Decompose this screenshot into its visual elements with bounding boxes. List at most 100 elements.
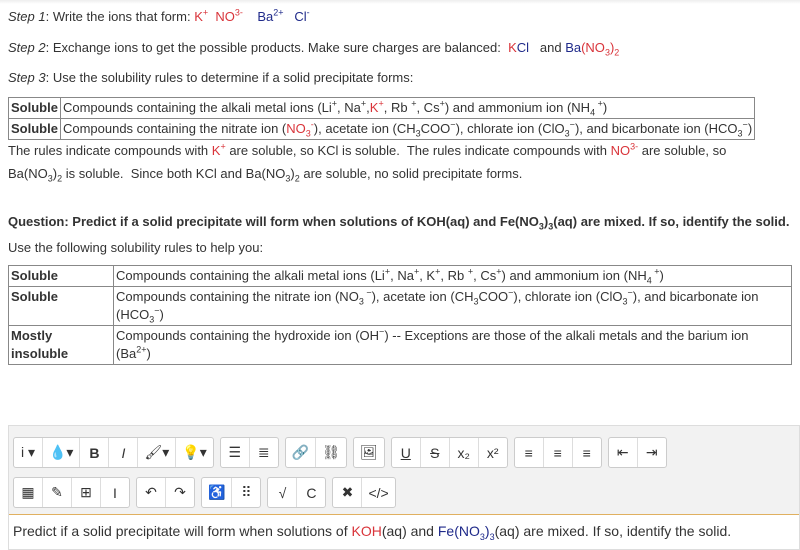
rule-category: Soluble bbox=[8, 118, 61, 140]
info-dropdown-button[interactable]: i ▾ bbox=[14, 438, 43, 467]
text-run: (Ba bbox=[116, 346, 137, 361]
text-run: Use the following solubility rules to he… bbox=[8, 240, 264, 255]
undo-button[interactable]: ↶ bbox=[137, 478, 166, 507]
text-run: 3 bbox=[305, 128, 311, 139]
toolbar-group: 🖼 bbox=[352, 437, 385, 468]
text-run: , Na bbox=[390, 268, 414, 283]
text-run: Ba bbox=[242, 9, 274, 24]
text-run: Question: Predict if a solid precipitate… bbox=[8, 214, 539, 229]
bulleted-list-button[interactable]: ☰ bbox=[221, 438, 250, 467]
unlink-button[interactable]: ⛓ bbox=[316, 438, 346, 467]
redo-button[interactable]: ↷ bbox=[166, 478, 194, 507]
rule-row: Soluble Compounds containing the nitrate … bbox=[8, 286, 792, 326]
strikethrough-button[interactable]: S bbox=[421, 438, 450, 467]
text-run: ) bbox=[146, 346, 151, 361]
text-run: - bbox=[306, 7, 310, 18]
text-run: ) bbox=[602, 100, 608, 115]
text-run: 2+ bbox=[136, 344, 147, 355]
subscript-button[interactable]: x₂ bbox=[450, 438, 479, 467]
text-run: Compounds containing the alkali metal io… bbox=[62, 100, 332, 115]
rule-description: Compounds containing the nitrate ion (NO… bbox=[59, 118, 756, 140]
calculator-button[interactable]: ▦ bbox=[14, 478, 43, 507]
text-run: Fe(NO bbox=[437, 523, 480, 539]
text-run: , Rb bbox=[440, 268, 468, 283]
text-run: The rules indicate compounds with bbox=[8, 143, 212, 158]
text-run: KOH bbox=[351, 523, 382, 539]
edit-button[interactable]: ✎ bbox=[43, 478, 72, 507]
text-run: + bbox=[595, 98, 603, 109]
indent-button[interactable]: ⇥ bbox=[638, 438, 666, 467]
text-run: 4 bbox=[590, 107, 596, 118]
numbered-list-button[interactable]: ≣ bbox=[250, 438, 278, 467]
hint: Use the following solubility rules to he… bbox=[8, 239, 792, 257]
align-right-button[interactable]: ≡ bbox=[573, 438, 601, 467]
text-run: : Use the solubility rules to determine … bbox=[45, 70, 414, 85]
toolbar-row-2: ▦ ✎ ⊞ I ↶ ↷ ♿ ⠿ √ C ✖ </> bbox=[13, 477, 795, 508]
text-run: Step 2 bbox=[8, 40, 46, 55]
align-left-button[interactable]: ≡ bbox=[515, 438, 544, 467]
accessibility-button[interactable]: ♿ bbox=[202, 478, 233, 507]
text-run: 3 bbox=[149, 314, 155, 325]
color-dropdown-button[interactable]: 💧▾ bbox=[43, 438, 81, 467]
text-run: , Cs bbox=[473, 268, 497, 283]
text-run: ) bbox=[659, 268, 664, 283]
rule-description: Compounds containing the nitrate ion (NO… bbox=[113, 286, 792, 326]
text-run: Compounds containing the nitrate ion ( bbox=[62, 121, 287, 136]
rich-text-editor: i ▾ 💧▾ B I 🖌▾ 💡▾ ☰ ≣ 🔗 ⛓ 🖼 U Sx₂ x² ≡ ≡ ≡ ⇤ ⇥ ▦ ✎ ⊞ I ↶ ↷ ♿ ⠿ √ C ✖ <… bbox=[8, 425, 800, 550]
text-run: (aq) are mixed. If so, identify the soli… bbox=[494, 523, 732, 539]
toolbar-group: ≡ ≡ ≡ bbox=[513, 437, 602, 468]
rule-row: Soluble Compounds containing the nitrate … bbox=[8, 118, 756, 140]
text-run: K bbox=[194, 9, 203, 24]
rule-row: Soluble Compounds containing the alkali m… bbox=[8, 97, 756, 119]
toolbar-group: ☰ ≣ bbox=[219, 437, 279, 468]
text-run: 2+ bbox=[273, 7, 284, 18]
align-center-button[interactable]: ≡ bbox=[544, 438, 573, 467]
link-button[interactable]: 🔗 bbox=[286, 438, 317, 467]
rule-row: Mostly insoluble Compounds containing the… bbox=[8, 325, 792, 365]
html-source-button[interactable]: </> bbox=[362, 478, 394, 507]
toolbar-group: ♿ ⠿ bbox=[201, 477, 262, 508]
text-run: , Cs bbox=[416, 100, 440, 115]
solubility-table-2: Soluble Compounds containing the alkali m… bbox=[8, 265, 792, 365]
chemistry-button[interactable]: C bbox=[297, 478, 325, 507]
hint-dropdown-button[interactable]: 💡▾ bbox=[176, 438, 212, 467]
superscript-button[interactable]: x² bbox=[479, 438, 507, 467]
fullscreen-button[interactable]: ✖ bbox=[333, 478, 363, 507]
cursor-button[interactable]: I bbox=[101, 478, 129, 507]
text-run: 2 bbox=[614, 47, 620, 58]
text-run: 3 bbox=[737, 128, 743, 139]
text-run: (aq) and bbox=[381, 523, 438, 539]
bold-button[interactable]: B bbox=[80, 438, 110, 467]
text-run: ), acetate ion (CH bbox=[313, 121, 416, 136]
editor-content[interactable]: Predict if a solid precipitate will form… bbox=[9, 514, 799, 549]
toolbar-group: 🔗 ⛓ bbox=[284, 437, 347, 468]
image-button[interactable]: 🖼 bbox=[354, 438, 384, 467]
italic-button[interactable]: I bbox=[109, 438, 139, 467]
text-run: Compounds containing the hydroxide ion (… bbox=[116, 328, 380, 343]
text-run: 3 bbox=[358, 296, 364, 307]
table-button[interactable]: ⊞ bbox=[72, 478, 101, 507]
text-run: ) bbox=[747, 121, 753, 136]
text-run: 3- bbox=[630, 141, 639, 152]
braille-button[interactable]: ⠿ bbox=[232, 478, 260, 507]
text-run: COO bbox=[420, 121, 451, 136]
text-run: is soluble. Since both KCl and Ba(NO bbox=[62, 166, 286, 181]
text-run: and bbox=[529, 40, 566, 55]
document: Step 1: Write the ions that form: K+ NO3… bbox=[0, 0, 800, 365]
text-run: 3 bbox=[564, 128, 570, 139]
text-run: ), acetate ion (CH bbox=[371, 289, 474, 304]
text-run: Predict if a solid precipitate will form… bbox=[13, 523, 352, 539]
text-run: Step 1 bbox=[8, 9, 46, 24]
equation-button[interactable]: √ bbox=[268, 478, 298, 507]
toolbar-group: ▦ ✎ ⊞ I bbox=[13, 477, 130, 508]
brush-dropdown-button[interactable]: 🖌▾ bbox=[138, 438, 177, 467]
text-run: NO bbox=[208, 9, 235, 24]
underline-button[interactable]: U bbox=[392, 438, 421, 467]
text-run: , Na bbox=[337, 100, 361, 115]
outdent-button[interactable]: ⇤ bbox=[609, 438, 638, 467]
toolbar-group: ⇤ ⇥ bbox=[607, 437, 667, 468]
text-run: ), chlorate ion (ClO bbox=[455, 121, 565, 136]
text-run: are soluble, so bbox=[638, 143, 727, 158]
text-run: ), and bicarbonate ion (HCO bbox=[574, 121, 738, 136]
toolbar-group: ✖ </> bbox=[332, 477, 396, 508]
